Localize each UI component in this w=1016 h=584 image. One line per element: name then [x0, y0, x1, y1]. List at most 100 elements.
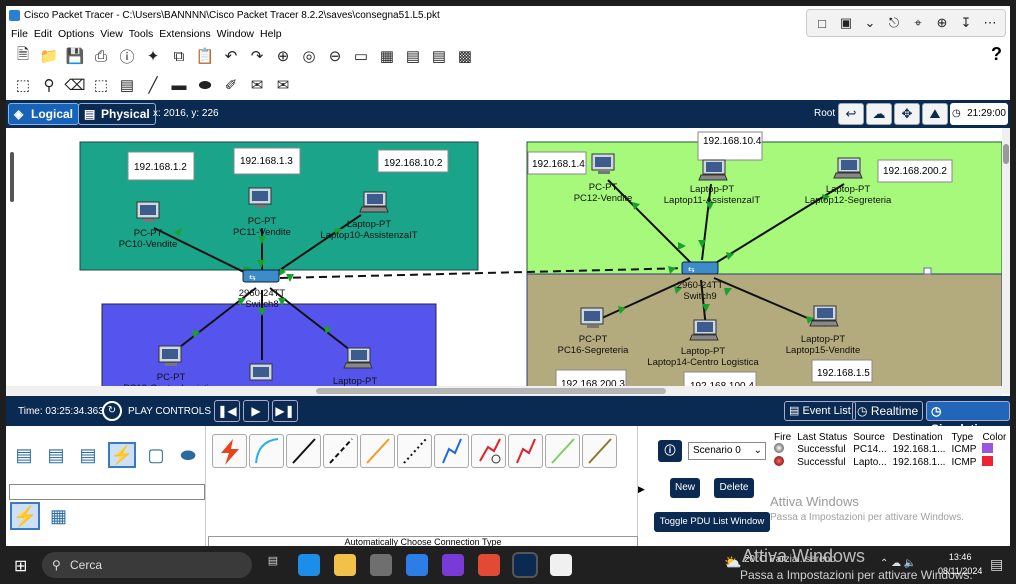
back-icon[interactable]: ↩: [838, 103, 864, 125]
chrome-icon[interactable]: [478, 554, 500, 576]
laptop-icon[interactable]: [359, 191, 389, 213]
tray-icons[interactable]: ⌃ ☁ 🔈: [880, 558, 916, 569]
rectangle-draw-icon[interactable]: ▬: [168, 74, 190, 96]
menu-file[interactable]: File: [11, 26, 34, 42]
resize-icon[interactable]: ⬚: [90, 74, 112, 96]
task-view-icon[interactable]: ▤: [262, 554, 284, 576]
auto-cable-icon[interactable]: [212, 434, 247, 468]
horizontal-scroll-thumb[interactable]: [316, 388, 666, 394]
open-icon[interactable]: 📁: [38, 45, 60, 67]
realtime-button[interactable]: ◷ Realtime: [852, 401, 924, 421]
weather-icon[interactable]: ⛅: [724, 554, 741, 571]
menu-help[interactable]: Help: [260, 26, 288, 42]
laptop-icon[interactable]: [343, 347, 373, 369]
rectangle-icon[interactable]: ▭: [350, 45, 372, 67]
logical-tab[interactable]: ◈ Logical: [8, 103, 80, 125]
auto-connection-icon[interactable]: ⚡: [10, 502, 40, 530]
root-label[interactable]: Root: [814, 108, 835, 119]
event-list-button[interactable]: ▤ Event List: [784, 401, 856, 421]
packet-tracer-taskbar-icon[interactable]: [512, 552, 538, 578]
laptop-icon[interactable]: [698, 159, 728, 181]
play-icon[interactable]: ▶: [243, 400, 269, 422]
menu-window[interactable]: Window: [217, 26, 260, 42]
phone-cable-icon[interactable]: [397, 434, 432, 468]
zone-handle[interactable]: [923, 267, 932, 275]
help-icon[interactable]: ?: [991, 44, 1002, 65]
new-icon[interactable]: 🗎: [12, 45, 34, 67]
router-icon[interactable]: ▤: [10, 442, 38, 468]
simple-pdu-icon[interactable]: ✉: [246, 74, 268, 96]
store-icon[interactable]: [370, 554, 392, 576]
grid-icon[interactable]: ▦: [50, 506, 67, 527]
copper-straight-icon[interactable]: [286, 434, 321, 468]
copy-icon[interactable]: ⧉: [168, 45, 190, 67]
paste-icon[interactable]: 📋: [194, 45, 216, 67]
serial-dce-icon[interactable]: [471, 434, 506, 468]
save-icon[interactable]: 💾: [64, 45, 86, 67]
zoom-reset-icon[interactable]: ◎: [298, 45, 320, 67]
end-device-icon[interactable]: ▢: [142, 442, 170, 468]
switch-icon[interactable]: ▤: [42, 442, 70, 468]
laptop-icon[interactable]: [833, 157, 863, 179]
delete-scenario-button[interactable]: Delete: [714, 478, 754, 498]
ellipse-icon[interactable]: ⬬: [194, 74, 216, 96]
background-image-icon[interactable]: ⛰: [922, 103, 948, 125]
scenario-select[interactable]: Scenario 0 ⌄: [688, 442, 766, 460]
simulation-button[interactable]: ◷ Simulation: [926, 401, 1010, 436]
menu-tools[interactable]: Tools: [129, 26, 160, 42]
pc-icon[interactable]: [249, 363, 273, 381]
github-icon[interactable]: [442, 554, 464, 576]
zoom-in-icon[interactable]: ⊕: [272, 45, 294, 67]
power-cycle-icon[interactable]: ↻: [102, 401, 122, 421]
physical-tab[interactable]: ▤ Physical: [78, 103, 156, 125]
coaxial-icon[interactable]: [434, 434, 469, 468]
inspect-icon[interactable]: ⚲: [38, 74, 60, 96]
device-template-icon[interactable]: ▤: [428, 45, 450, 67]
logical-workspace[interactable]: 192.168.1.2 192.168.1.3 192.168.10.2 192…: [6, 128, 1010, 395]
forward-step-icon[interactable]: ▶❚: [272, 400, 298, 422]
palette-icon[interactable]: ▦: [376, 45, 398, 67]
navigation-icon[interactable]: ✥: [894, 103, 920, 125]
toggle-pdu-list-button[interactable]: Toggle PDU List Window: [654, 512, 770, 532]
cloud-icon[interactable]: ☁: [866, 103, 892, 125]
undo-icon[interactable]: ↶: [220, 45, 242, 67]
console-cable-icon[interactable]: [249, 434, 284, 468]
delete-icon[interactable]: ⌫: [64, 74, 86, 96]
laptop-icon[interactable]: [809, 305, 839, 327]
menu-options[interactable]: Options: [58, 26, 100, 42]
menu-extensions[interactable]: Extensions: [159, 26, 216, 42]
windows-start-icon[interactable]: ⊞: [14, 556, 27, 576]
fire-icon[interactable]: [774, 443, 784, 453]
note-icon[interactable]: ▤: [116, 74, 138, 96]
file-explorer-icon[interactable]: [334, 554, 356, 576]
new-scenario-button[interactable]: New: [670, 478, 700, 498]
switch-icon[interactable]: ⇆: [242, 269, 280, 283]
fiber-icon[interactable]: [360, 434, 395, 468]
menu-view[interactable]: View: [100, 26, 129, 42]
wizard-icon[interactable]: ✦: [142, 45, 164, 67]
system-clock[interactable]: 13:46 08/11/2024: [938, 550, 982, 578]
back-step-icon[interactable]: ❚◀: [214, 400, 240, 422]
iot-custom-icon[interactable]: [582, 434, 617, 468]
freeform-icon[interactable]: ✐: [220, 74, 242, 96]
print-icon[interactable]: ⎙: [90, 45, 112, 67]
redo-icon[interactable]: ↷: [246, 45, 268, 67]
image-icon[interactable]: ▩: [454, 45, 476, 67]
vertical-scrollbar[interactable]: [1002, 128, 1010, 394]
notification-icon[interactable]: ▤: [990, 556, 1003, 573]
line-icon[interactable]: ╱: [142, 74, 164, 96]
menu-edit[interactable]: Edit: [34, 26, 58, 42]
table-row[interactable]: Successful PC14... 192.168.1... ICMP: [771, 443, 1009, 456]
fire-icon[interactable]: [774, 456, 784, 466]
laptop-icon[interactable]: [689, 319, 719, 341]
notion-icon[interactable]: [550, 554, 572, 576]
connection-icon[interactable]: ⚡: [108, 442, 136, 468]
switch-icon[interactable]: ⇆: [681, 261, 719, 275]
hub-icon[interactable]: ▤: [74, 442, 102, 468]
viewport-clock[interactable]: ◷ 21:29:00: [950, 103, 1008, 125]
wireless-icon[interactable]: ⬬: [174, 442, 202, 468]
table-row[interactable]: Successful Lapto... 192.168.1... ICMP: [771, 456, 1009, 469]
mail-icon[interactable]: [406, 554, 428, 576]
octal-icon[interactable]: [545, 434, 580, 468]
notes-icon[interactable]: ▤: [402, 45, 424, 67]
